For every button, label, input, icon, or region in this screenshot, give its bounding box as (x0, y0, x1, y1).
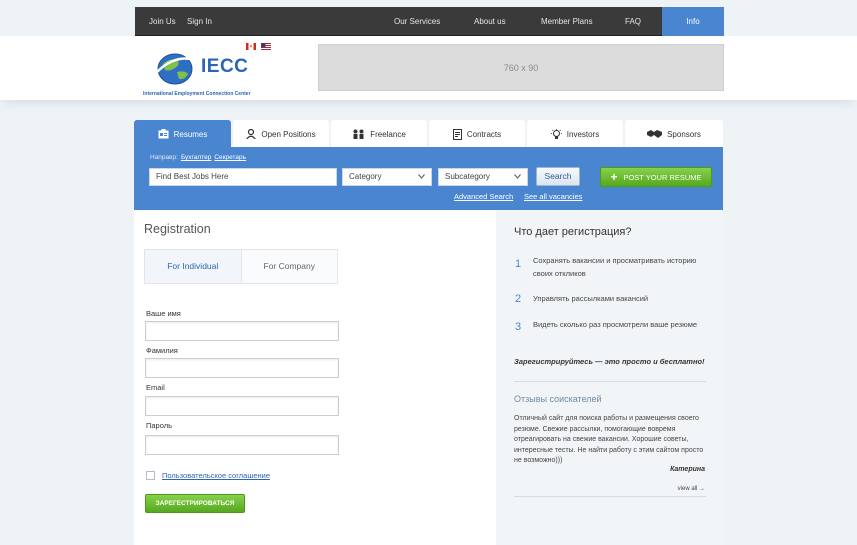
member-plans-link[interactable]: Member Plans (541, 7, 593, 36)
last-name-field[interactable] (145, 358, 339, 378)
benefit-number: 3 (515, 321, 522, 333)
subcategory-select[interactable]: Subcategory (438, 168, 528, 186)
email-field[interactable] (145, 396, 339, 416)
user-agreement-link[interactable]: Пользовательское соглашение (162, 471, 270, 480)
benefits-sidebar: Что дает регистрация? 1 Сохранять ваканс… (496, 210, 723, 545)
tab-individual[interactable]: For Individual (145, 250, 242, 283)
tab-label: Contracts (466, 129, 502, 139)
category-tabs: Resumes Open Positions Freelance Contrac… (134, 120, 723, 148)
brand-tagline: International Employment Connection Cent… (143, 91, 251, 97)
view-all-link[interactable]: view all → (678, 486, 705, 492)
join-us-link[interactable]: Join Us (149, 7, 176, 36)
document-icon (452, 128, 462, 140)
tab-sponsors[interactable]: Sponsors (625, 120, 723, 148)
search-panel: Направр: Бухгалтер Секретарь Find Best Job… (134, 147, 723, 210)
advanced-search-link[interactable]: Advanced Search (454, 192, 513, 201)
usa-flag-icon[interactable] (261, 43, 271, 50)
canada-flag-icon[interactable] (246, 43, 256, 50)
tab-company[interactable]: For Company (241, 250, 337, 283)
resume-icon (158, 129, 169, 139)
password-label: Пароль (146, 421, 173, 430)
faq-link[interactable]: FAQ (625, 7, 641, 36)
tab-contracts[interactable]: Contracts (429, 120, 525, 148)
review-text: Отличный сайт для поиска работы и размещ… (514, 415, 704, 464)
logo[interactable]: IECC International Employment Connection… (143, 44, 283, 100)
people-icon (353, 129, 364, 139)
benefit-text: Сохранять вакансии и просматривать истор… (533, 256, 697, 278)
benefits-title: Что дает регистрация? (514, 226, 632, 238)
first-name-label: Ваше имя (146, 309, 181, 318)
category-select[interactable]: Category (342, 168, 432, 186)
chevron-down-icon (418, 174, 425, 179)
our-services-link[interactable]: Our Services (394, 7, 440, 36)
email-label: Email (146, 383, 165, 392)
agreement-checkbox[interactable] (146, 471, 155, 480)
top-navigation: Join Us Sign In Our Services About us Me… (135, 7, 724, 36)
divider (514, 496, 706, 497)
header: IECC International Employment Connection… (0, 36, 857, 100)
register-button[interactable]: ЗАРЕГЕСТРИРОВАТЬСЯ (145, 494, 245, 513)
divider (514, 381, 706, 382)
direction-row: Направр: Бухгалтер Секретарь (150, 154, 246, 161)
subcategory-select-value: Subcategory (445, 172, 490, 181)
direction-link-accountant[interactable]: Бухгалтер (181, 154, 211, 161)
brand-name: IECC (201, 56, 249, 77)
direction-link-secretary[interactable]: Секретарь (214, 154, 246, 161)
lightbulb-icon (550, 128, 562, 139)
benefit-number: 1 (515, 258, 522, 270)
search-input[interactable]: Find Best Jobs Here (149, 168, 337, 186)
all-vacancies-link[interactable]: See all vacancies (524, 192, 582, 201)
page-title: Registration (144, 222, 211, 236)
tab-label: Investors (566, 129, 600, 139)
password-field[interactable] (145, 435, 339, 455)
tab-label: Open Positions (261, 129, 316, 139)
post-resume-button[interactable]: + POST YOUR RESUME (600, 167, 712, 187)
benefit-text: Управлять рассылками вакансий (533, 294, 649, 303)
handshake-icon (647, 130, 663, 138)
sign-in-link[interactable]: Sign In (187, 7, 212, 36)
registration-card: Registration For Individual For Company … (134, 210, 496, 545)
tab-investors[interactable]: Investors (527, 120, 623, 148)
tab-open-positions[interactable]: Open Positions (233, 120, 329, 148)
benefit-number: 2 (515, 293, 522, 305)
review-author: Катерина (670, 466, 705, 473)
about-us-link[interactable]: About us (474, 7, 506, 36)
plus-icon: + (610, 170, 618, 184)
tab-label: Freelance (370, 129, 406, 139)
benefit-text: Видеть сколько раз просмотрели ваше резю… (533, 320, 698, 329)
tab-label: Sponsors (667, 129, 701, 139)
tab-resumes[interactable]: Resumes (134, 120, 231, 148)
tab-label: Resumes (173, 129, 208, 139)
last-name-label: Фамилия (146, 346, 178, 355)
account-type-tabs: For Individual For Company (144, 249, 338, 284)
globe-logo-icon (156, 53, 196, 85)
category-select-value: Category (349, 172, 382, 181)
tab-freelance[interactable]: Freelance (331, 120, 427, 148)
register-cta-text: Зарегистрируйтесь — это просто и бесплат… (514, 357, 705, 366)
chevron-down-icon (514, 174, 521, 179)
reviews-title: Отзывы соискателей (514, 394, 602, 404)
person-icon (246, 129, 257, 139)
first-name-field[interactable] (145, 321, 339, 341)
direction-label: Направр: (150, 154, 178, 161)
ad-banner-placeholder: 760 x 90 (318, 44, 724, 91)
post-resume-label: POST YOUR RESUME (623, 172, 702, 182)
info-link[interactable]: Info (662, 7, 724, 36)
search-button[interactable]: Search (536, 167, 580, 186)
